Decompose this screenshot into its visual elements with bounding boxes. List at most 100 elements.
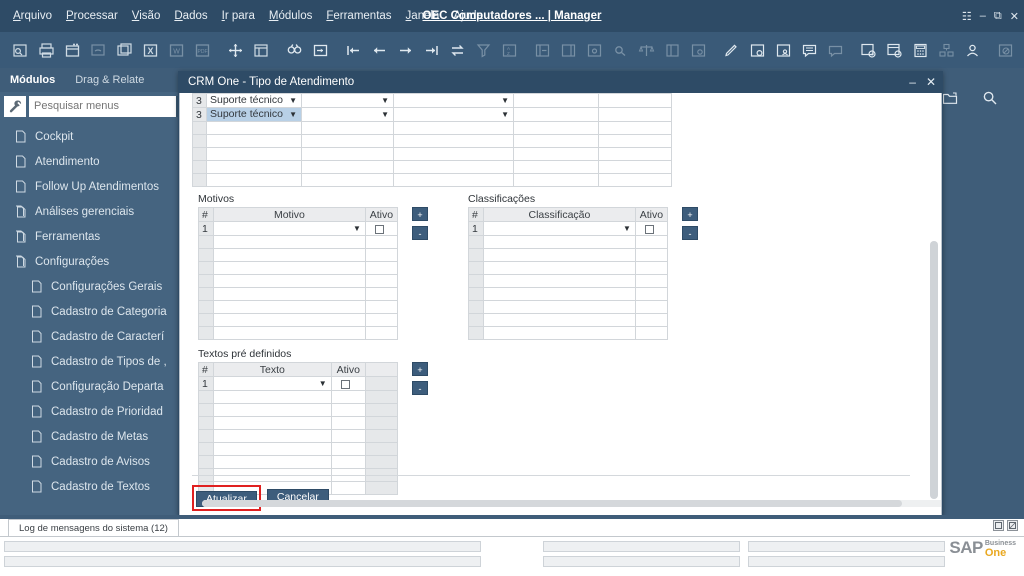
chevron-down-icon[interactable]: ▼ [289,109,297,121]
open-folder-icon[interactable] [942,91,958,110]
sidebar-item-atendimento[interactable]: Atendimento [0,149,178,174]
close-icon[interactable]: ✕ [1010,10,1019,23]
textos-add-button[interactable]: + [412,362,428,376]
ativo-checkbox[interactable] [374,224,384,234]
sort-icon[interactable]: AZ [498,39,520,61]
table-row[interactable] [198,300,399,314]
cell-classificacao[interactable]: ▼ [482,221,636,236]
classificacoes-add-button[interactable]: + [682,207,698,221]
table-row[interactable] [198,429,399,443]
user-defined-fields-icon[interactable] [583,39,605,61]
table-row[interactable] [198,261,399,275]
cell-c2[interactable]: ▼ [301,93,394,108]
cell-tipo[interactable]: Suporte técnico ▼ [206,107,302,122]
drag-relate-icon[interactable] [224,39,246,61]
cell-c5[interactable] [598,93,672,108]
add-icon[interactable] [309,39,331,61]
cell-tipo[interactable]: Suporte técnico ▼ [206,93,302,108]
chevron-down-icon[interactable]: ▼ [501,95,509,107]
menu-ajuda[interactable]: Ajuda [446,0,489,32]
cell-ativo[interactable] [330,376,366,391]
cell-c4[interactable] [513,93,599,108]
info-document-icon[interactable]: i [857,39,879,61]
menu-visao[interactable]: Visão [125,0,168,32]
first-record-icon[interactable] [342,39,364,61]
cell-c5[interactable] [598,107,672,122]
chevron-down-icon[interactable]: ▼ [319,378,327,390]
table-row[interactable] [198,455,399,469]
sidebar-item-follow-up-atendimentos[interactable]: Follow Up Atendimentos [0,174,178,199]
menu-dados[interactable]: Dados [167,0,214,32]
sidebar-item-configuracoes[interactable]: Configurações [0,249,178,274]
sidebar-item-cadastro-de-tipos-de-atendimento[interactable]: Cadastro de Tipos de , [0,349,178,374]
grid-view-icon[interactable]: ☷ [962,10,972,23]
table-row[interactable] [198,442,399,456]
expand-icon[interactable] [1007,520,1018,531]
table-row[interactable]: 3 Suporte técnico ▼ ▼ ▼ [192,107,672,122]
sidebar-item-cadastro-de-metas[interactable]: Cadastro de Metas [0,424,178,449]
print-preview-icon[interactable] [61,39,83,61]
dashboard-icon[interactable] [1020,39,1024,61]
table-row[interactable] [468,300,669,314]
balance-icon[interactable] [635,39,657,61]
ativo-checkbox[interactable] [644,224,654,234]
sidebar-item-cadastro-de-categoria[interactable]: Cadastro de Categoria [0,299,178,324]
table-row[interactable] [198,248,399,262]
chevron-down-icon[interactable]: ▼ [623,223,631,235]
table-row[interactable]: 1 ▼ [468,221,669,236]
ativo-checkbox[interactable] [340,379,350,389]
menu-ir-para[interactable]: Ir para [215,0,262,32]
cell-texto[interactable]: ▼ [212,376,332,391]
sidebar-item-cadastro-de-avisos[interactable]: Cadastro de Avisos [0,449,178,474]
table-row[interactable] [468,261,669,275]
dialog-title-bar[interactable]: CRM One - Tipo de Atendimento – ✕ [179,72,942,93]
menu-modulos[interactable]: Módulos [262,0,319,32]
user-document-icon[interactable] [772,39,794,61]
menu-ferramentas[interactable]: Ferramentas [319,0,398,32]
cell-c3[interactable]: ▼ [393,93,514,108]
print-icon[interactable] [35,39,57,61]
calculator-icon[interactable] [909,39,931,61]
table-row[interactable] [468,326,669,340]
table-row[interactable]: 1 ▼ [198,221,399,236]
blocked-icon[interactable] [994,39,1016,61]
chevron-down-icon[interactable]: ▼ [289,95,297,107]
chevron-down-icon[interactable]: ▼ [381,109,389,121]
sidebar-item-cadastro-de-prioridade[interactable]: Cadastro de Prioridad [0,399,178,424]
wrench-icon[interactable] [4,95,26,117]
table-row[interactable] [198,313,399,327]
chevron-down-icon[interactable]: ▼ [353,223,361,235]
sidebar-tab-modulos[interactable]: Módulos [0,68,65,92]
menu-arquivo[interactable]: Arquivo [6,0,59,32]
sidebar-item-cockpit[interactable]: Cockpit [0,124,178,149]
dialog-close-icon[interactable]: ✕ [926,72,936,93]
export-excel-icon[interactable]: X [139,39,161,61]
menu-janela[interactable]: Janela [399,0,447,32]
sidebar-item-configuracoes-gerais[interactable]: Configurações Gerais [0,274,178,299]
menu-processar[interactable]: Processar [59,0,125,32]
layout-designer-icon[interactable] [250,39,272,61]
table-row[interactable] [192,173,672,187]
scrollbar-thumb[interactable] [930,241,938,499]
restore-icon[interactable] [993,520,1004,531]
table-row[interactable] [198,416,399,430]
sidebar-item-ferramentas[interactable]: Ferramentas [0,224,178,249]
next-record-icon[interactable] [394,39,416,61]
search-icon[interactable] [982,90,998,111]
sidebar-item-analises-gerenciais[interactable]: Análises gerenciais [0,199,178,224]
table-row[interactable]: 1 ▼ [198,376,399,391]
table-row[interactable] [198,326,399,340]
tipo-atendimento-grid[interactable]: 3 Suporte técnico ▼ ▼ ▼ 3 Suporte técnico… [192,93,672,187]
table-row[interactable] [198,274,399,288]
search-input[interactable] [29,96,176,116]
table-row[interactable] [192,134,672,148]
table-row[interactable] [468,287,669,301]
motivos-add-button[interactable]: + [412,207,428,221]
refresh-icon[interactable] [446,39,468,61]
cell-motivo[interactable]: ▼ [212,221,366,236]
table-row[interactable] [468,235,669,249]
table-row[interactable] [192,121,672,135]
motivos-remove-button[interactable]: - [412,226,428,240]
dialog-minimize-icon[interactable]: – [909,72,916,93]
find-icon[interactable] [283,39,305,61]
